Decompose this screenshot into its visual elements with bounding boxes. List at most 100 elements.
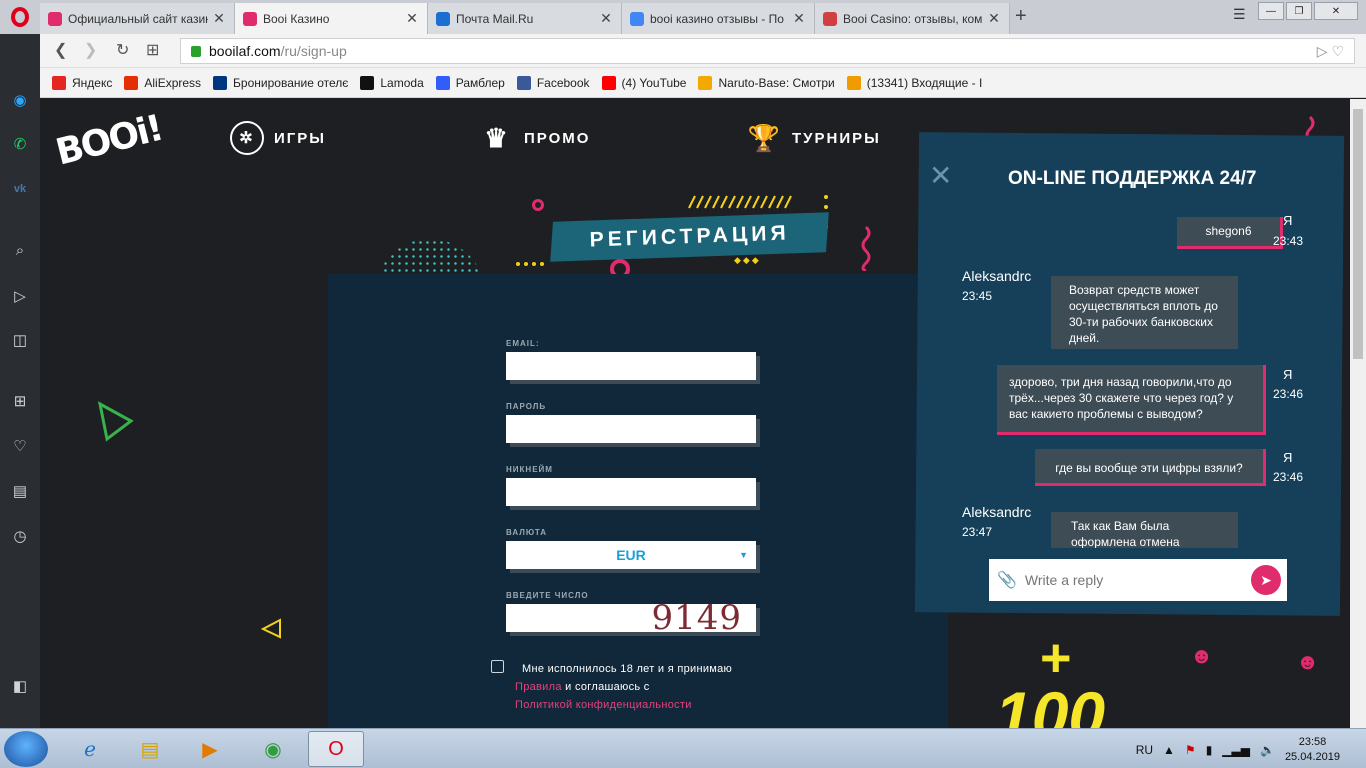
captcha-input[interactable] — [506, 604, 646, 632]
bookmark-label: Яндекс — [72, 75, 113, 90]
nav-games-label: ИГРЫ — [274, 129, 326, 147]
site-logo[interactable]: BOOi! — [52, 108, 166, 192]
opera-menu-button[interactable] — [0, 0, 40, 34]
password-field[interactable] — [506, 415, 756, 443]
maximize-button[interactable]: ❐ — [1286, 2, 1312, 20]
bookmark-item[interactable]: (4) YouTube — [601, 75, 686, 90]
nav-games[interactable]: ✲ ИГРЫ — [230, 121, 326, 155]
nav-tournaments[interactable]: 🏆 ТУРНИРЫ — [748, 121, 881, 155]
email-field[interactable] — [506, 352, 756, 380]
speed-dial-icon[interactable]: ⊞ — [146, 40, 159, 60]
chat-time: 23:43 — [1273, 234, 1304, 248]
language-indicator[interactable]: RU — [1136, 743, 1153, 757]
ie-icon[interactable]: ℯ — [62, 731, 118, 767]
youtube-icon — [601, 75, 616, 90]
chat-title: ON-LINE ПОДДЕРЖКА 24/7 — [1008, 168, 1257, 189]
opera-taskbar-icon[interactable]: O — [308, 731, 364, 767]
chat-reply-box[interactable]: 📎 ➤ — [989, 559, 1287, 601]
password-input[interactable] — [506, 415, 756, 443]
chrome-icon[interactable]: ◉ — [245, 731, 301, 767]
back-button[interactable]: ❮ — [54, 40, 67, 60]
nav-tournaments-label: ТУРНИРЫ — [792, 129, 881, 147]
browser-tab[interactable]: booi казино отзывы - По ✕ — [622, 3, 815, 34]
browser-tab[interactable]: Booi Casino: отзывы, комм ✕ — [815, 3, 1010, 34]
send-icon[interactable]: ▷ — [10, 286, 30, 306]
rules-link[interactable]: Правила — [515, 681, 562, 693]
camera-icon[interactable]: ◫ — [10, 330, 30, 350]
news-icon[interactable]: ▤ — [10, 481, 30, 501]
flag-icon[interactable]: ⚑ — [1185, 743, 1196, 757]
paperclip-icon[interactable]: 📎 — [997, 570, 1017, 590]
browser-tab[interactable]: Почта Mail.Ru ✕ — [428, 3, 622, 34]
nickname-field[interactable] — [506, 478, 756, 506]
explorer-icon[interactable]: ▤ — [122, 731, 178, 767]
heart-icon[interactable]: ♡ — [10, 436, 30, 456]
power-icon[interactable]: ▮ — [1206, 743, 1213, 757]
clock[interactable]: 23:58 25.04.2019 — [1285, 735, 1340, 765]
forward-button[interactable]: ❯ — [84, 40, 97, 60]
browser-tab[interactable]: Booi Казино ✕ — [235, 3, 428, 34]
chat-message-out: здорово, три дня назад говорили,что до т… — [997, 365, 1266, 435]
url-field[interactable]: booilaf.com/ru/sign-up ▷ ♡ — [180, 38, 1355, 64]
history-icon[interactable]: ◷ — [10, 526, 30, 546]
tray-arrow-icon[interactable]: ▲ — [1163, 743, 1175, 757]
tab-bar: Официальный сайт казин ✕ Booi Казино ✕ Почта… — [0, 0, 1366, 34]
nickname-input[interactable] — [506, 478, 756, 506]
url-host: booilaf.com — [209, 43, 281, 59]
tab-close-icon[interactable]: ✕ — [599, 10, 613, 27]
speed-dial-sidebar-icon[interactable]: ⊞ — [10, 391, 30, 411]
bookmark-item[interactable]: (13341) Входящие - I — [846, 75, 982, 90]
share-heart-icons[interactable]: ▷ ♡ — [1317, 43, 1344, 60]
chat-reply-input[interactable] — [1024, 572, 1245, 588]
bookmark-label: AliExpress — [144, 75, 202, 90]
email-input[interactable] — [506, 352, 756, 380]
bookmark-item[interactable]: Яндекс — [52, 75, 113, 90]
chat-agent-name: Aleksandrc — [962, 504, 1032, 520]
bookmark-item[interactable]: Facebook — [516, 75, 590, 90]
bookmark-item[interactable]: Бронирование отелє — [213, 75, 348, 90]
chat-message-in: Так как Вам была оформлена отмена — [1051, 512, 1238, 548]
volume-icon[interactable]: 🔈 — [1260, 743, 1275, 757]
close-window-button[interactable]: ✕ — [1314, 2, 1358, 20]
tab-menu-icon[interactable]: ☰ — [1233, 6, 1246, 23]
bookmark-item[interactable]: Рамблер — [435, 75, 505, 90]
url-path: /ru/sign-up — [280, 43, 347, 59]
chat-close-button[interactable]: ✕ — [929, 162, 955, 190]
tab-title: Booi Casino: отзывы, комм — [843, 11, 983, 26]
tab-close-icon[interactable]: ✕ — [212, 10, 226, 27]
sidebar-toggle-icon[interactable]: ◧ — [10, 676, 30, 696]
new-tab-button[interactable]: + — [1015, 5, 1027, 28]
tab-close-icon[interactable]: ✕ — [987, 10, 1001, 27]
bookmark-item[interactable]: Naruto-Base: Смотри — [698, 75, 835, 90]
reload-button[interactable]: ↻ — [116, 40, 129, 60]
promo-amount: 100 — [995, 678, 1106, 728]
media-player-icon[interactable]: ▶ — [182, 731, 238, 767]
page-scrollbar[interactable] — [1350, 99, 1366, 728]
send-message-button[interactable]: ➤ — [1251, 565, 1281, 595]
bookmark-label: Рамблер — [455, 75, 505, 90]
search-icon[interactable]: ⌕ — [10, 240, 30, 260]
tab-close-icon[interactable]: ✕ — [792, 10, 806, 27]
bookmark-item[interactable]: Lamoda — [360, 75, 424, 90]
minimize-button[interactable]: — — [1258, 2, 1284, 20]
stripes-deco — [688, 195, 792, 209]
scrollbar-thumb[interactable] — [1353, 109, 1363, 359]
signal-icon[interactable]: ▁▃▅ — [1222, 743, 1250, 757]
whatsapp-icon[interactable]: ✆ — [10, 134, 30, 154]
tab-close-icon[interactable]: ✕ — [405, 10, 419, 27]
age-terms-checkbox[interactable] — [491, 660, 504, 673]
captcha-field[interactable]: 9149 — [506, 598, 756, 638]
browser-tab[interactable]: Официальный сайт казин ✕ — [40, 3, 235, 34]
bookmark-item[interactable]: AliExpress — [124, 75, 202, 90]
casino-page: BOOi! ✲ИГРЫ ♛ПРОМО 🏆ТУРНИРЫ ◆◆◆ ◆◆◆ РЕГИ… — [40, 99, 1350, 728]
start-button[interactable] — [4, 731, 48, 767]
nav-promo[interactable]: ♛ ПРОМО — [480, 121, 590, 155]
privacy-link[interactable]: Политикой конфиденциальности — [515, 699, 692, 711]
vk-icon[interactable]: vk — [10, 179, 30, 199]
currency-value: EUR — [616, 547, 646, 563]
clock-date: 25.04.2019 — [1284, 751, 1340, 763]
messenger-icon[interactable]: ◉ — [10, 90, 30, 110]
chat-time: 23:45 — [962, 289, 993, 303]
currency-select[interactable]: EUR ▼ — [506, 541, 756, 569]
chat-message-out: где вы вообще эти цифры взяли? — [1035, 449, 1266, 486]
